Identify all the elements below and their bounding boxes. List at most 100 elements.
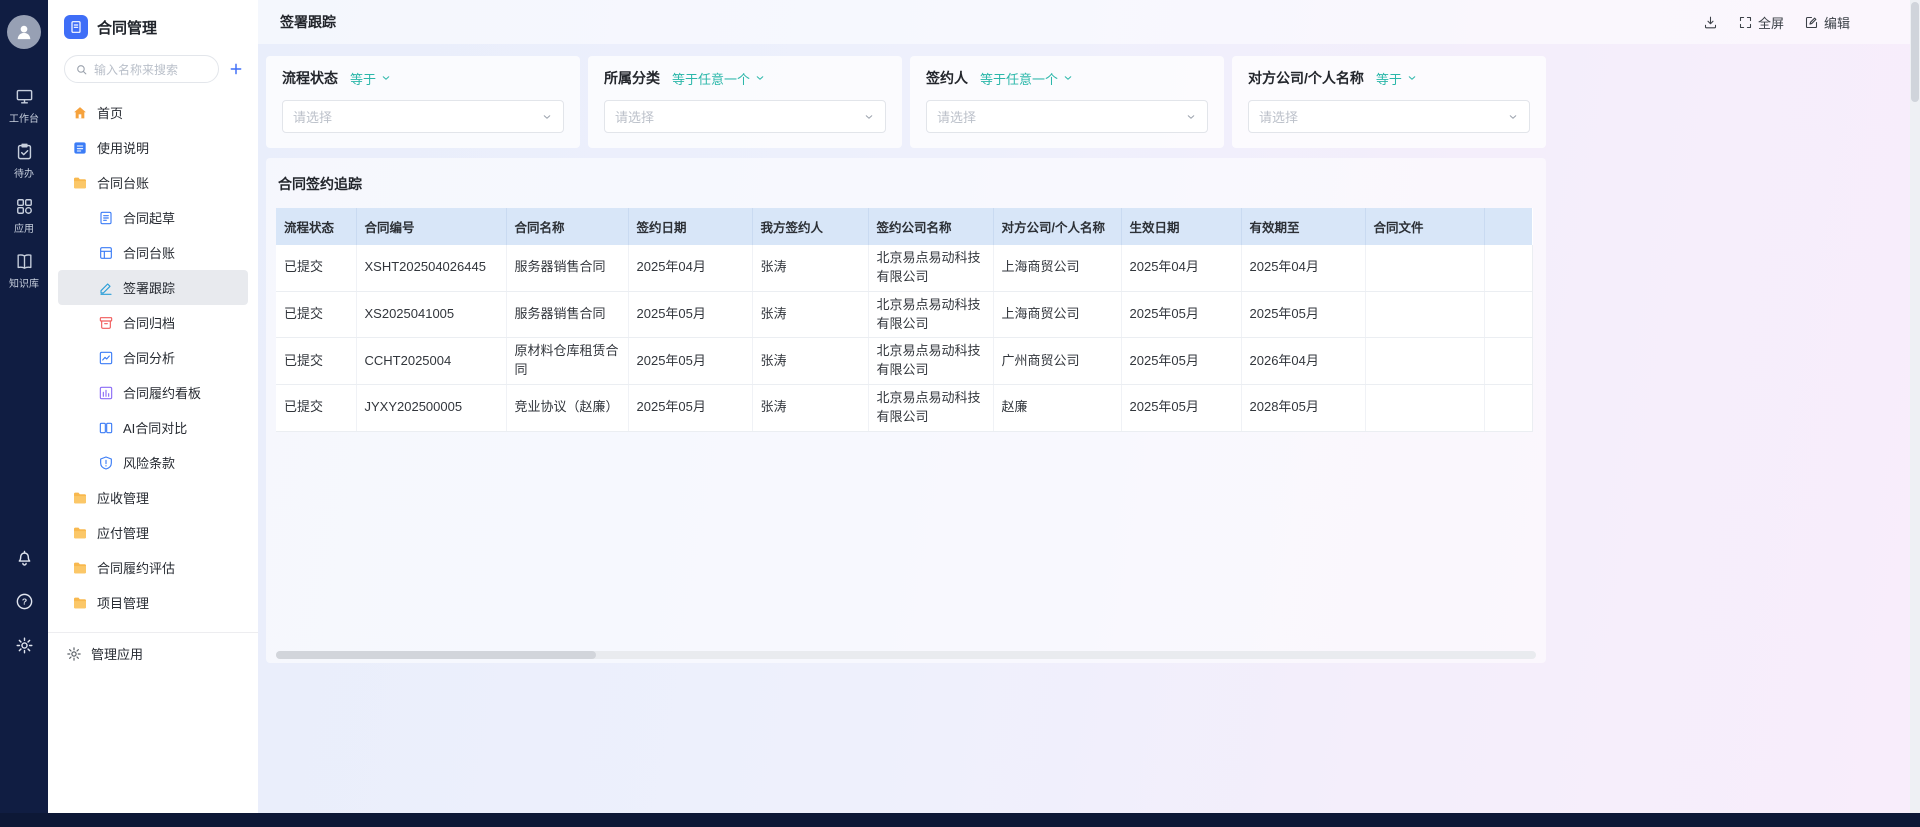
vertical-scrollbar-thumb[interactable] (1911, 2, 1919, 102)
table-cell: 张涛 (752, 245, 868, 291)
column-header: 合同编号 (356, 208, 506, 245)
manual-icon (72, 140, 88, 156)
apps-icon (15, 197, 34, 216)
table-cell: 2025年05月 (1121, 385, 1241, 432)
table-cell: 已提交 (276, 245, 356, 291)
column-header: 流程状态 (276, 208, 356, 245)
rail-item-apps[interactable]: 应用 (14, 197, 34, 235)
todo-icon (15, 142, 34, 161)
sidebar-item-label: 使用说明 (97, 138, 149, 157)
section-title: 合同签约追踪 (276, 172, 1536, 208)
sidebar-item-label: 项目管理 (97, 593, 149, 612)
sidebar-item-contract-ledger[interactable]: 合同台账 (58, 235, 248, 270)
sidebar-item-label: 合同履约评估 (97, 558, 175, 577)
sidebar-item-contract-ledger-group[interactable]: 合同台账 (58, 165, 248, 200)
table-row[interactable]: 已提交JYXY202500005竞业协议（赵廉）2025年05月张涛北京易点易动… (276, 385, 1532, 432)
filter-operator[interactable]: 等于 (350, 69, 392, 88)
filter-label: 流程状态 (282, 68, 338, 88)
filter-select-category[interactable]: 请选择 (604, 100, 886, 133)
person-icon (14, 22, 34, 42)
sidebar-item-performance-eval[interactable]: 合同履约评估 (58, 550, 248, 585)
chevron-icon (863, 111, 875, 123)
column-header: 签约公司名称 (868, 208, 993, 245)
sidebar-item-label: 应收管理 (97, 488, 149, 507)
sidebar-item-ai-contract-compare[interactable]: AI合同对比 (58, 410, 248, 445)
filter-select-process-status[interactable]: 请选择 (282, 100, 564, 133)
filter-select-signatory[interactable]: 请选择 (926, 100, 1208, 133)
sidebar-item-instructions[interactable]: 使用说明 (58, 130, 248, 165)
table-cell: 上海商贸公司 (993, 291, 1121, 338)
rail-item-todo[interactable]: 待办 (14, 142, 34, 180)
sidebar-item-contract-draft[interactable]: 合同起草 (58, 200, 248, 235)
sidebar-item-contract-analysis[interactable]: 合同分析 (58, 340, 248, 375)
filter-operator[interactable]: 等于 (1376, 69, 1418, 88)
table-cell: 2025年05月 (1121, 291, 1241, 338)
sidebar-item-label: 签署跟踪 (123, 278, 175, 297)
table-cell: 竞业协议（赵廉） (506, 385, 628, 432)
sidebar-item-project-mgmt[interactable]: 项目管理 (58, 585, 248, 620)
table-cell: 2026年04月 (1241, 338, 1365, 385)
settings-icon[interactable] (15, 636, 34, 655)
add-button[interactable] (228, 61, 244, 77)
rail-item-label: 待办 (14, 165, 34, 180)
risk-icon (98, 455, 114, 471)
sidebar-item-home[interactable]: 首页 (58, 95, 248, 130)
table-cell: 张涛 (752, 291, 868, 338)
search-input[interactable]: 输入名称来搜索 (64, 55, 219, 83)
app-logo-icon (64, 15, 88, 39)
filter-operator[interactable]: 等于任意一个 (672, 69, 766, 88)
filter-label: 所属分类 (604, 68, 660, 88)
kanban-icon (98, 385, 114, 401)
fullscreen-button[interactable]: 全屏 (1738, 13, 1784, 32)
rail-item-knowledge[interactable]: 知识库 (9, 252, 39, 290)
filter-placeholder: 请选择 (1259, 107, 1507, 126)
app-window: 工作台待办应用知识库 ? 合同管理 输入名称来搜 (0, 0, 1920, 813)
sidebar-item-contract-archive[interactable]: 合同归档 (58, 305, 248, 340)
sidebar-item-receivables[interactable]: 应收管理 (58, 480, 248, 515)
horizontal-scrollbar[interactable] (276, 651, 1536, 659)
rail-item-label: 应用 (14, 220, 34, 235)
table-row[interactable]: 已提交XS2025041005服务器销售合同2025年05月张涛北京易点易动科技… (276, 291, 1532, 338)
filter-card-signatory: 签约人等于任意一个请选择 (910, 56, 1224, 148)
sidebar-item-label: 合同起草 (123, 208, 175, 227)
manage-apps-button[interactable]: 管理应用 (48, 632, 258, 674)
sidebar-item-payables[interactable]: 应付管理 (58, 515, 248, 550)
page-title: 签署跟踪 (280, 12, 336, 32)
help-icon[interactable]: ? (15, 592, 34, 611)
table-cell-blank (1484, 291, 1532, 338)
filter-head: 对方公司/个人名称等于 (1248, 68, 1530, 88)
table-cell: 2025年05月 (628, 338, 752, 385)
table-cell: 2025年05月 (628, 291, 752, 338)
folder-icon (72, 560, 88, 576)
download-button[interactable] (1703, 15, 1718, 30)
filter-bar: 流程状态等于请选择所属分类等于任意一个请选择签约人等于任意一个请选择对方公司/个… (266, 56, 1920, 148)
horizontal-scrollbar-thumb[interactable] (276, 651, 596, 659)
sign-icon (98, 280, 114, 296)
sidebar-item-performance-board[interactable]: 合同履约看板 (58, 375, 248, 410)
draft-icon (98, 210, 114, 226)
table-cell: 广州商贸公司 (993, 338, 1121, 385)
sidebar-item-risk-clauses[interactable]: 风险条款 (58, 445, 248, 480)
main-area: 签署跟踪 全屏 编辑 (258, 0, 1920, 813)
avatar[interactable] (7, 15, 41, 49)
table-row[interactable]: 已提交CCHT2025004原材料仓库租赁合同2025年05月张涛北京易点易动科… (276, 338, 1532, 385)
filter-label: 签约人 (926, 68, 968, 88)
sidebar-item-label: AI合同对比 (123, 418, 187, 437)
table-row[interactable]: 已提交XSHT202504026445服务器销售合同2025年04月张涛北京易点… (276, 245, 1532, 291)
bell-icon[interactable] (15, 548, 34, 567)
topbar: 签署跟踪 全屏 编辑 (258, 0, 1920, 44)
table-cell: 2025年05月 (628, 385, 752, 432)
vertical-scrollbar[interactable] (1910, 0, 1920, 813)
edit-button[interactable]: 编辑 (1804, 13, 1850, 32)
rail-item-workbench[interactable]: 工作台 (9, 87, 39, 125)
filter-select-counterparty[interactable]: 请选择 (1248, 100, 1530, 133)
sidebar-item-sign-tracking[interactable]: 签署跟踪 (58, 270, 248, 305)
folder-icon (72, 490, 88, 506)
column-header: 对方公司/个人名称 (993, 208, 1121, 245)
filter-operator[interactable]: 等于任意一个 (980, 69, 1074, 88)
column-header: 生效日期 (1121, 208, 1241, 245)
folder-icon (72, 175, 88, 191)
table-cell-blank (1484, 385, 1532, 432)
table-cell: 已提交 (276, 385, 356, 432)
content: 流程状态等于请选择所属分类等于任意一个请选择签约人等于任意一个请选择对方公司/个… (258, 44, 1920, 663)
